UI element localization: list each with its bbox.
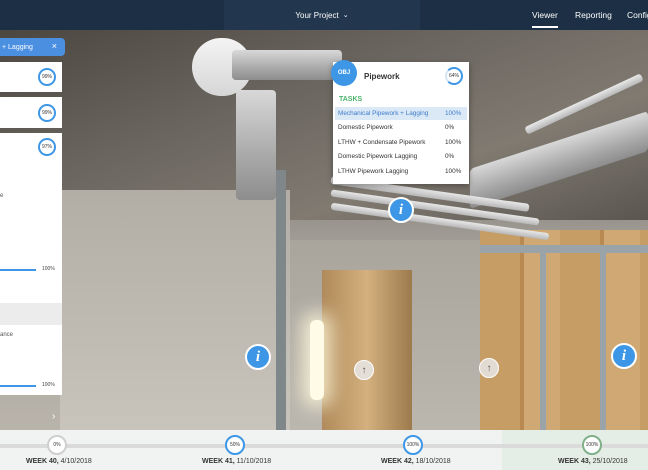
task-name: LTHW + Condensate Pipework (338, 139, 426, 146)
timeline-track (0, 444, 648, 448)
task-name: Domestic Pipework Lagging (338, 153, 418, 160)
task-row[interactable]: Domestic Pipework Lagging 0% (335, 150, 467, 163)
chevron-down-icon: ⌄ (342, 12, 349, 19)
progress-ring: 97% (38, 138, 56, 156)
navigate-arrow-icon[interactable]: ↑ (354, 360, 374, 380)
left-card-2[interactable]: 99% (0, 97, 62, 128)
week-label[interactable]: WEEK 43, 25/10/2018 (558, 458, 628, 465)
week-progress-ring[interactable]: 100% (403, 435, 423, 455)
tab-viewer[interactable]: Viewer (532, 0, 558, 30)
tab-reporting-label: Reporting (575, 10, 612, 20)
popup-title: Pipework (364, 72, 400, 81)
task-percent: 0% (445, 153, 455, 160)
info-marker[interactable]: i (388, 197, 414, 223)
work-lamp (310, 320, 324, 400)
left-card-3[interactable]: 97% e 100% ance 100% (0, 133, 62, 395)
week-number: WEEK 41, (202, 458, 235, 465)
week-date: 25/10/2018 (592, 458, 628, 465)
top-bar: Your Project ⌄ Viewer Reporting Config (0, 0, 648, 30)
progress-ring: 99% (38, 104, 56, 122)
task-percent: 100% (445, 139, 462, 146)
steel-stud (276, 170, 286, 430)
tab-config-label: Config (627, 10, 648, 20)
task-row[interactable]: Mechanical Pipework + Lagging 100% (335, 107, 467, 120)
week-label[interactable]: WEEK 40, 4/10/2018 (26, 458, 92, 465)
insulated-duct-vertical (236, 90, 276, 200)
project-selector[interactable]: Your Project ⌄ (224, 0, 420, 30)
task-name: Mechanical Pipework + Lagging (338, 110, 429, 117)
tasks-heading: TASKS (339, 96, 363, 103)
task-text-fragment: e (0, 193, 4, 199)
left-card-1[interactable]: 99% (0, 62, 62, 92)
overall-progress-ring: 64% (445, 67, 463, 85)
week-progress-value: 100% (406, 442, 420, 448)
task-row[interactable]: LTHW + Condensate Pipework 100% (335, 136, 467, 149)
progress-ring-value: 97% (41, 144, 52, 150)
week-label[interactable]: WEEK 41, 11/10/2018 (202, 458, 271, 465)
progress-bar (0, 269, 36, 271)
object-badge-label: OBJ (337, 70, 351, 76)
project-name: Your Project (295, 10, 339, 20)
object-popup[interactable]: OBJ Pipework 64% TASKS Mechanical Pipewo… (331, 60, 469, 184)
task-percent: 100% (445, 168, 462, 175)
task-percent: 100% (445, 110, 462, 117)
week-progress-value: 100% (585, 442, 599, 448)
week-label[interactable]: WEEK 42, 18/10/2018 (381, 458, 451, 465)
task-name: LTHW Pipework Lagging (338, 168, 409, 175)
filter-chip[interactable]: + Lagging × (0, 38, 65, 56)
week-progress-value: 0% (53, 442, 61, 448)
progress-bar-label: 100% (42, 266, 55, 272)
section-divider (0, 303, 62, 325)
steel-stud (540, 250, 546, 430)
progress-bar-label: 100% (42, 382, 55, 388)
tab-reporting[interactable]: Reporting (575, 0, 612, 30)
week-progress-ring[interactable]: 0% (47, 435, 67, 455)
progress-ring-value: 99% (41, 110, 52, 116)
week-number: WEEK 43, (558, 458, 591, 465)
overall-progress-value: 64% (448, 73, 459, 79)
tab-viewer-label: Viewer (532, 10, 558, 20)
info-marker[interactable]: i (611, 343, 637, 369)
timeline: 0% WEEK 40, 4/10/2018 50% WEEK 41, 11/10… (0, 430, 648, 470)
close-icon[interactable]: × (52, 41, 57, 51)
week-date: 11/10/2018 (236, 458, 272, 465)
week-progress-ring[interactable]: 50% (225, 435, 245, 455)
object-badge: OBJ (331, 60, 357, 86)
task-percent: 0% (445, 124, 455, 131)
steel-stud (600, 250, 606, 430)
doorway (322, 270, 412, 430)
steel-track (480, 245, 648, 253)
navigate-arrow-icon[interactable]: ↑ (479, 358, 499, 378)
progress-bar (0, 385, 36, 387)
week-date: 4/10/2018 (60, 458, 92, 465)
progress-ring: 99% (38, 68, 56, 86)
plywood-wall (480, 230, 648, 430)
week-number: WEEK 42, (381, 458, 414, 465)
chevron-right-icon[interactable]: › (52, 411, 55, 422)
viewer-360-image[interactable] (0, 30, 648, 430)
info-marker[interactable]: i (245, 344, 271, 370)
week-progress-ring[interactable]: 100% (582, 435, 602, 455)
week-date: 18/10/2018 (415, 458, 451, 465)
task-row[interactable]: LTHW Pipework Lagging 100% (335, 165, 467, 178)
tab-config[interactable]: Config (627, 0, 648, 30)
task-name: Domestic Pipework (338, 124, 393, 131)
week-number: WEEK 40, (26, 458, 59, 465)
week-progress-value: 50% (229, 442, 240, 448)
wall-left (60, 190, 290, 430)
task-text-fragment: ance (0, 332, 14, 338)
insulated-duct (232, 50, 342, 80)
filter-chip-label: + Lagging (2, 43, 33, 51)
task-row[interactable]: Domestic Pipework 0% (335, 121, 467, 134)
progress-ring-value: 99% (41, 74, 52, 80)
